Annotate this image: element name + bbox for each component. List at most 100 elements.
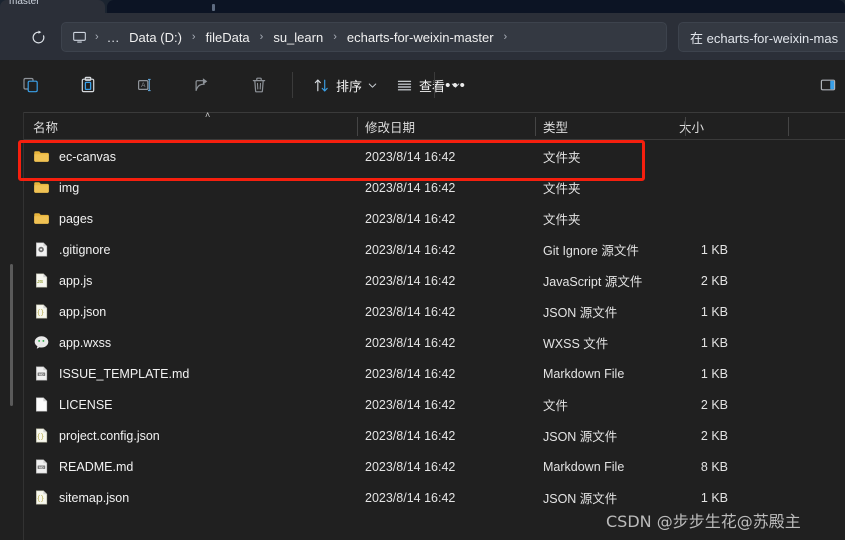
paste-icon[interactable] bbox=[71, 70, 105, 100]
column-resize-handle-1[interactable] bbox=[357, 117, 358, 136]
sort-button[interactable]: 排序 bbox=[306, 70, 384, 100]
json-file-icon: {} bbox=[33, 489, 50, 506]
file-name-label: img bbox=[59, 180, 80, 195]
file-date-cell: 2023/8/14 16:42 bbox=[365, 335, 456, 350]
breadcrumb-separator-4: › bbox=[503, 31, 508, 43]
column-header-size[interactable]: 大小 bbox=[679, 113, 704, 139]
table-row[interactable]: img 2023/8/14 16:42 文件夹 bbox=[24, 172, 845, 203]
file-date-cell: 2023/8/14 16:42 bbox=[365, 149, 456, 164]
table-row[interactable]: pages 2023/8/14 16:42 文件夹 bbox=[24, 203, 845, 234]
sort-button-label: 排序 bbox=[336, 78, 363, 94]
file-name-label: LICENSE bbox=[59, 397, 113, 412]
share-icon[interactable] bbox=[185, 70, 219, 100]
column-header-date[interactable]: 修改日期 bbox=[365, 113, 415, 139]
table-row[interactable]: {} sitemap.json 2023/8/14 16:42 JSON 源文件 1 K… bbox=[24, 482, 845, 513]
file-size-cell: 8 KB bbox=[700, 459, 728, 474]
file-name-cell[interactable]: LICENSE bbox=[33, 396, 113, 413]
file-type-cell: 文件夹 bbox=[543, 151, 581, 165]
navigation-pane-scrollbar[interactable] bbox=[10, 264, 13, 406]
file-list[interactable]: ec-canvas 2023/8/14 16:42 文件夹 img 2023/8/14 … bbox=[24, 141, 845, 540]
file-name-cell[interactable]: img bbox=[33, 179, 79, 196]
sort-icon bbox=[313, 77, 330, 94]
file-size-cell: 1 KB bbox=[700, 490, 728, 505]
table-row[interactable]: .gitignore 2023/8/14 16:42 Git Ignore 源文件 1… bbox=[24, 234, 845, 265]
command-separator-2 bbox=[434, 72, 435, 98]
markdown-file-icon: MD bbox=[33, 365, 50, 382]
file-name-label: sitemap.json bbox=[59, 490, 130, 505]
table-row[interactable]: {} project.config.json 2023/8/14 16:42 JSON… bbox=[24, 420, 845, 451]
file-date-cell: 2023/8/14 16:42 bbox=[365, 366, 456, 381]
svg-text:{}: {} bbox=[37, 309, 44, 316]
column-resize-handle-2[interactable] bbox=[535, 117, 536, 136]
svg-text:{}: {} bbox=[37, 495, 44, 502]
search-placeholder: 在 echarts-for-weixin-mas bbox=[690, 30, 839, 46]
column-header-type[interactable]: 类型 bbox=[543, 113, 568, 139]
folder-icon bbox=[33, 179, 50, 196]
tab-strip: master bbox=[0, 0, 845, 13]
breadcrumb-overflow-button[interactable]: … bbox=[104, 30, 125, 45]
column-header-type-label: 类型 bbox=[543, 120, 569, 135]
rename-icon[interactable]: A bbox=[128, 70, 162, 100]
file-name-cell[interactable]: {} sitemap.json bbox=[33, 489, 129, 506]
table-row[interactable]: MD README.md 2023/8/14 16:42 Markdown File 8… bbox=[24, 451, 845, 482]
refresh-icon[interactable] bbox=[26, 25, 50, 49]
breadcrumb-item-1[interactable]: fileData bbox=[201, 28, 255, 47]
file-date-cell: 2023/8/14 16:42 bbox=[365, 180, 456, 195]
folder-icon bbox=[33, 210, 50, 227]
file-date-cell: 2023/8/14 16:42 bbox=[365, 304, 456, 319]
file-name-label: app.js bbox=[59, 273, 93, 288]
file-type-cell: Markdown File bbox=[543, 459, 625, 474]
table-row[interactable]: app.wxss 2023/8/14 16:42 WXSS 文件 1 KB bbox=[24, 327, 845, 358]
table-row[interactable]: ec-canvas 2023/8/14 16:42 文件夹 bbox=[24, 141, 845, 172]
file-name-cell[interactable]: {} app.json bbox=[33, 303, 106, 320]
details-pane-icon[interactable] bbox=[811, 70, 845, 100]
json-file-icon: {} bbox=[33, 303, 50, 320]
file-name-cell[interactable]: MD README.md bbox=[33, 458, 133, 475]
tab-secondary[interactable] bbox=[107, 0, 845, 13]
tab-secondary-marker bbox=[212, 4, 215, 11]
file-date-cell: 2023/8/14 16:42 bbox=[365, 490, 456, 505]
tab-master[interactable]: master bbox=[0, 0, 105, 13]
file-name-cell[interactable]: app.wxss bbox=[33, 334, 111, 351]
delete-icon[interactable] bbox=[242, 70, 276, 100]
wxss-file-icon bbox=[33, 334, 50, 351]
table-row[interactable]: JS app.js 2023/8/14 16:42 JavaScript 源文件 2 K… bbox=[24, 265, 845, 296]
breadcrumb-item-0[interactable]: Data (D:) bbox=[124, 28, 187, 47]
file-type-cell: Git Ignore 源文件 bbox=[543, 244, 639, 258]
file-size-cell: 1 KB bbox=[700, 242, 728, 257]
file-name-cell[interactable]: MD ISSUE_TEMPLATE.md bbox=[33, 365, 189, 382]
file-name-label: .gitignore bbox=[59, 242, 111, 257]
tab-master-label: master bbox=[9, 0, 40, 7]
column-resize-handle-4[interactable] bbox=[788, 117, 789, 136]
more-options-button[interactable]: ••• bbox=[439, 70, 473, 100]
file-type-cell: 文件夹 bbox=[543, 182, 581, 196]
file-name-label: ISSUE_TEMPLATE.md bbox=[59, 366, 190, 381]
file-name-cell[interactable]: {} project.config.json bbox=[33, 427, 160, 444]
search-input[interactable]: 在 echarts-for-weixin-mas bbox=[678, 22, 845, 52]
ellipsis-icon: ••• bbox=[445, 76, 467, 94]
column-resize-handle-3[interactable] bbox=[685, 117, 686, 136]
file-type-cell: JavaScript 源文件 bbox=[543, 275, 643, 289]
file-name-label: app.json bbox=[59, 304, 107, 319]
file-name-cell[interactable]: ec-canvas bbox=[33, 148, 116, 165]
table-row[interactable]: LICENSE 2023/8/14 16:42 文件 2 KB bbox=[24, 389, 845, 420]
file-name-cell[interactable]: JS app.js bbox=[33, 272, 92, 289]
command-bar: A 排序 查看 ••• bbox=[0, 60, 845, 110]
file-list-column-header: 名称 ˄ 修改日期 类型 大小 bbox=[24, 111, 845, 140]
table-row[interactable]: MD ISSUE_TEMPLATE.md 2023/8/14 16:42 Markdo… bbox=[24, 358, 845, 389]
this-pc-icon[interactable] bbox=[70, 30, 90, 45]
address-breadcrumb-bar[interactable]: › … Data (D:) › fileData › su_learn › ec… bbox=[61, 22, 667, 52]
file-type-cell: WXSS 文件 bbox=[543, 337, 609, 351]
copy-icon[interactable] bbox=[14, 70, 48, 100]
markdown-file-icon: MD bbox=[33, 458, 50, 475]
folder-icon bbox=[33, 148, 50, 165]
breadcrumb-item-3[interactable]: echarts-for-weixin-master bbox=[342, 28, 499, 47]
file-type-cell: 文件夹 bbox=[543, 213, 581, 227]
table-row[interactable]: {} app.json 2023/8/14 16:42 JSON 源文件 1 KB bbox=[24, 296, 845, 327]
command-separator-1 bbox=[292, 72, 293, 98]
file-name-cell[interactable]: .gitignore bbox=[33, 241, 110, 258]
breadcrumb-separator-3: › bbox=[333, 31, 337, 43]
column-header-name[interactable]: 名称 ˄ bbox=[33, 111, 210, 139]
file-name-cell[interactable]: pages bbox=[33, 210, 93, 227]
breadcrumb-item-2[interactable]: su_learn bbox=[268, 28, 328, 47]
